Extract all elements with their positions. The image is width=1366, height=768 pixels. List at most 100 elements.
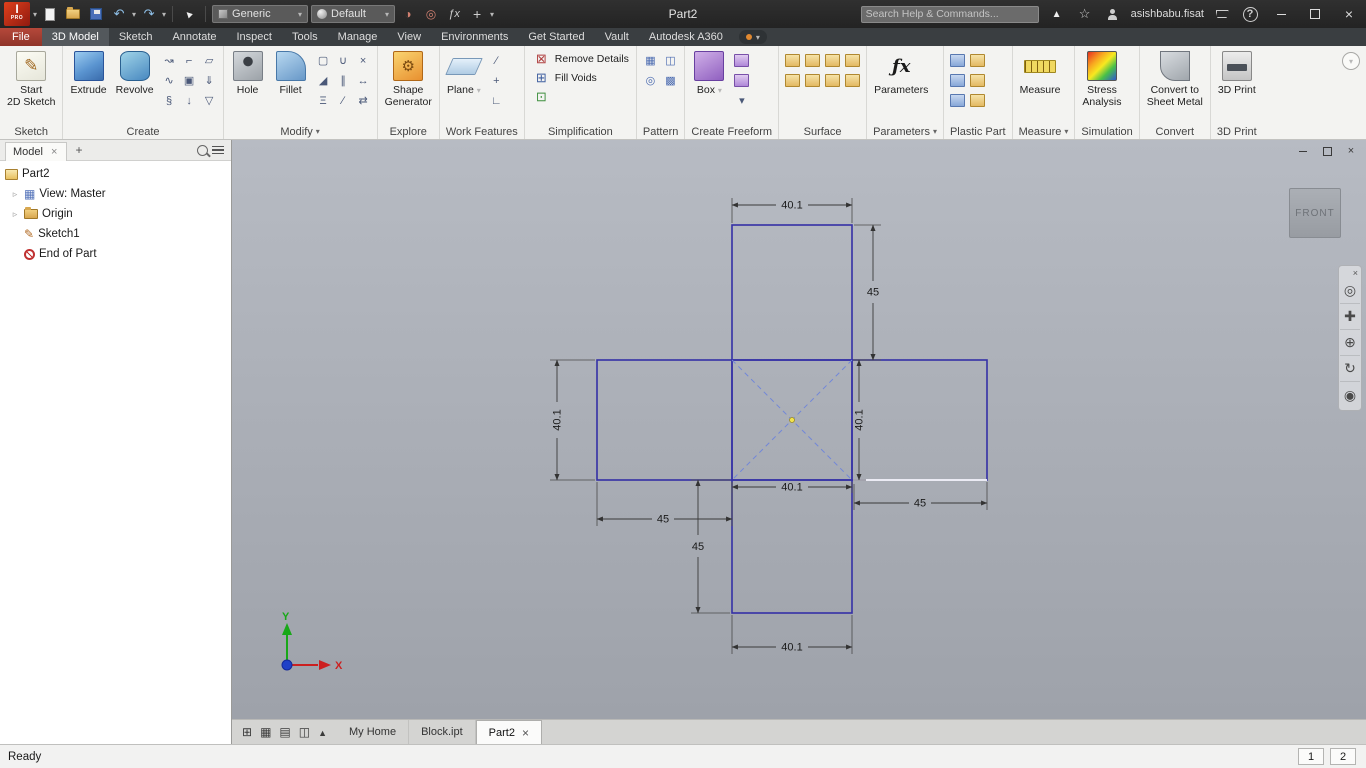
tab-file[interactable]: File bbox=[0, 28, 42, 46]
user-name[interactable]: asishbabu.fisat bbox=[1131, 8, 1204, 20]
3d-print-button[interactable]: 3D Print bbox=[1215, 49, 1259, 97]
tab-3d-model[interactable]: 3D Model bbox=[41, 28, 109, 46]
doc-tab-part2[interactable]: Part2 × bbox=[475, 720, 542, 744]
send-to-a360-button[interactable] bbox=[1042, 0, 1072, 29]
measure-button[interactable]: Measure bbox=[1017, 49, 1064, 97]
dimension-top[interactable]: 40.1 bbox=[781, 200, 802, 212]
save-button[interactable] bbox=[86, 3, 106, 25]
app-store-button[interactable] bbox=[1212, 3, 1232, 25]
tab-vault[interactable]: Vault bbox=[595, 28, 639, 46]
sweep-button[interactable] bbox=[160, 51, 179, 70]
user-account-button[interactable] bbox=[1103, 3, 1123, 25]
move-face-button[interactable] bbox=[354, 71, 373, 90]
tab-environments[interactable]: Environments bbox=[431, 28, 518, 46]
redo-caret-icon[interactable]: ▾ bbox=[162, 10, 166, 19]
sketch-driven-pattern-button[interactable] bbox=[661, 71, 680, 90]
new-file-button[interactable] bbox=[40, 3, 60, 25]
rule-fillet-button[interactable] bbox=[968, 71, 987, 90]
navbar-close-icon[interactable]: × bbox=[1353, 268, 1361, 278]
pan-button[interactable] bbox=[1340, 304, 1360, 330]
shell-button[interactable] bbox=[314, 51, 333, 70]
status-field-1[interactable]: 1 bbox=[1298, 748, 1324, 765]
freeform-cylinder-button[interactable] bbox=[732, 71, 751, 90]
navigation-wheel-button[interactable] bbox=[1340, 278, 1360, 304]
extend-surface-button[interactable] bbox=[803, 71, 822, 90]
help-button[interactable] bbox=[1240, 3, 1260, 25]
unwrap-button[interactable] bbox=[200, 91, 219, 110]
tree-item-view-master[interactable]: ▹ View: Master bbox=[0, 184, 231, 204]
ruled-surface-button[interactable] bbox=[843, 71, 862, 90]
expand-tab-list-icon[interactable] bbox=[318, 725, 327, 739]
tab-annotate[interactable]: Annotate bbox=[162, 28, 226, 46]
tile-vertical-icon[interactable] bbox=[299, 725, 310, 739]
start-2d-sketch-button[interactable]: Start2D Sketch bbox=[4, 49, 58, 109]
patch-button[interactable] bbox=[783, 71, 802, 90]
search-input[interactable] bbox=[865, 8, 1034, 20]
app-logo[interactable]: I PRO bbox=[4, 2, 30, 26]
tree-item-sketch1[interactable]: Sketch1 bbox=[0, 224, 231, 244]
boss-button[interactable] bbox=[948, 71, 967, 90]
dimension-left-bottom[interactable]: 45 bbox=[657, 514, 669, 526]
expand-chevron-icon[interactable]: ▹ bbox=[10, 189, 20, 200]
material-dropdown[interactable]: Generic ▾ bbox=[212, 5, 309, 23]
add-command-button[interactable] bbox=[467, 3, 487, 25]
coil-button[interactable] bbox=[160, 91, 179, 110]
draft-button[interactable] bbox=[314, 71, 333, 90]
expand-chevron-icon[interactable]: ▹ bbox=[10, 209, 20, 220]
status-field-2[interactable]: 2 bbox=[1330, 748, 1356, 765]
revolve-button[interactable]: Revolve bbox=[113, 49, 157, 97]
lip-button[interactable] bbox=[968, 91, 987, 110]
tree-item-part2[interactable]: Part2 bbox=[0, 164, 231, 184]
clean-screen-icon[interactable] bbox=[242, 725, 252, 739]
parameters-quick-button[interactable] bbox=[444, 3, 464, 25]
grill-button[interactable] bbox=[948, 51, 967, 70]
favorites-button[interactable] bbox=[1075, 3, 1095, 25]
move-body-button[interactable] bbox=[354, 91, 373, 110]
extrude-button[interactable]: Extrude bbox=[67, 49, 109, 97]
trim-surface-button[interactable] bbox=[803, 51, 822, 70]
tree-item-end-of-part[interactable]: End of Part bbox=[0, 244, 231, 264]
sketch-center-point[interactable] bbox=[789, 417, 795, 423]
thread-button[interactable] bbox=[314, 91, 333, 110]
zoom-button[interactable] bbox=[1340, 330, 1360, 356]
dimension-center[interactable]: 40.1 bbox=[781, 482, 802, 494]
stitch-surface-button[interactable] bbox=[783, 51, 802, 70]
emboss-button[interactable] bbox=[180, 71, 199, 90]
group-label-modify[interactable]: Modify ▾ bbox=[224, 124, 377, 139]
qat-overflow-caret-icon[interactable]: ▾ bbox=[490, 10, 494, 19]
undo-caret-icon[interactable]: ▾ bbox=[132, 10, 136, 19]
browser-menu-icon[interactable] bbox=[212, 145, 224, 155]
ucs-button[interactable] bbox=[487, 91, 506, 110]
shape-generator-button[interactable]: ShapeGenerator bbox=[382, 49, 435, 109]
mirror-button[interactable] bbox=[661, 51, 680, 70]
doc-minimize-button[interactable] bbox=[1296, 144, 1310, 158]
stress-analysis-button[interactable]: Stress Analysis bbox=[1079, 49, 1124, 109]
dimension-right-inner[interactable]: 40.1 bbox=[854, 409, 866, 430]
work-point-button[interactable] bbox=[487, 71, 506, 90]
app-menu-caret-icon[interactable]: ▾ bbox=[33, 10, 37, 19]
freeform-box-button[interactable]: Box ▾ bbox=[689, 49, 729, 98]
dimensions[interactable]: 40.1 45 40.1 40.1 45 40.1 45 45 40.1 bbox=[550, 198, 988, 654]
tile-grid-icon[interactable] bbox=[260, 725, 271, 739]
viewcube[interactable]: FRONT bbox=[1289, 188, 1341, 238]
browser-search-icon[interactable] bbox=[197, 144, 208, 156]
tile-horizontal-icon[interactable] bbox=[279, 725, 290, 739]
delete-face-button[interactable] bbox=[354, 51, 373, 70]
adjust-appearance-button[interactable] bbox=[398, 3, 418, 25]
viewport[interactable]: .sk{fill:none;stroke:#3430A6;stroke-widt… bbox=[232, 140, 1366, 719]
undo-button[interactable] bbox=[109, 3, 129, 25]
tab-autodesk-a360[interactable]: Autodesk A360 bbox=[639, 28, 733, 46]
open-button[interactable] bbox=[63, 3, 83, 25]
doc-tab-my-home[interactable]: My Home bbox=[337, 720, 410, 744]
appearance-dropdown[interactable]: Default ▾ bbox=[311, 5, 396, 23]
browser-add-tab-button[interactable]: + bbox=[71, 142, 87, 158]
orbit-button[interactable] bbox=[1340, 356, 1360, 382]
redo-button[interactable] bbox=[139, 3, 159, 25]
tab-get-started[interactable]: Get Started bbox=[518, 28, 594, 46]
hole-button[interactable]: Hole bbox=[228, 49, 268, 97]
group-label-measure[interactable]: Measure ▾ bbox=[1013, 124, 1075, 139]
remove-details-button[interactable]: Remove Details bbox=[529, 49, 632, 68]
import-button[interactable] bbox=[200, 71, 219, 90]
tab-view[interactable]: View bbox=[387, 28, 431, 46]
select-tool-button[interactable] bbox=[179, 3, 199, 25]
